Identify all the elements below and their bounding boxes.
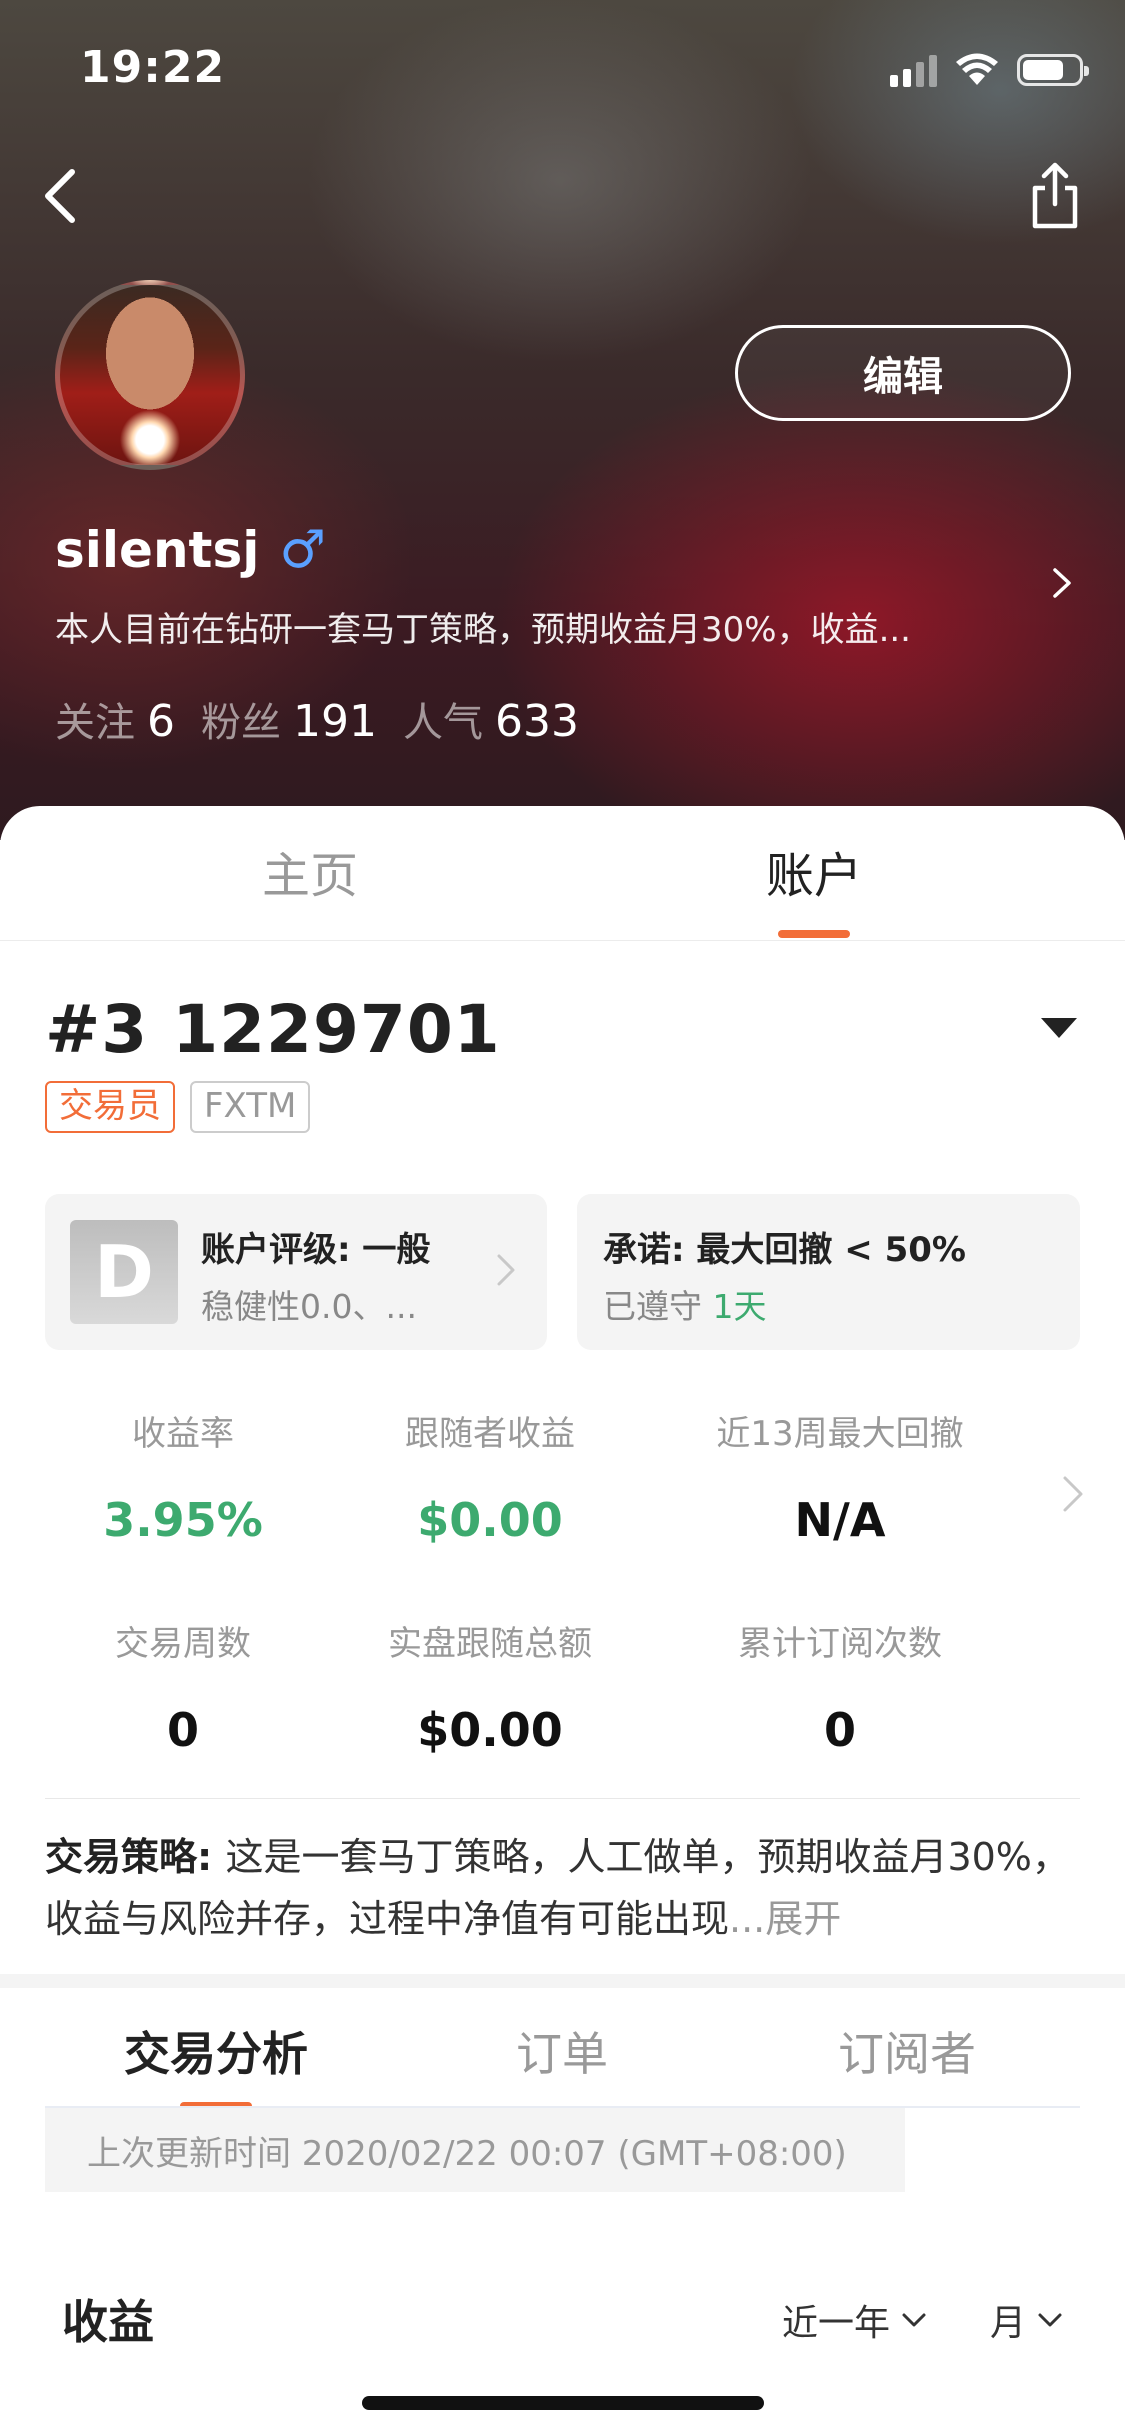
- promise-title: 承诺: 最大回撤 < 50%: [603, 1230, 966, 1270]
- tab-home[interactable]: 主页: [262, 836, 358, 906]
- broker-tag: FXTM: [190, 1081, 311, 1133]
- content-sheet: 主页 账户 #3 1229701 交易员 FXTM D 账户评级: 一般 稳健性…: [0, 806, 1125, 2436]
- profile-stats: 关注 6 粉丝 191 人气 633: [55, 690, 579, 748]
- metric-subscriptions: 累计订阅次数 0: [738, 1624, 942, 1757]
- following-stat[interactable]: 关注 6: [55, 690, 175, 748]
- active-tab-indicator: [778, 930, 850, 938]
- chevron-right-icon[interactable]: [1059, 1466, 1087, 1522]
- earnings-title: 收益: [62, 2295, 154, 2349]
- chevron-down-icon: [1038, 2313, 1062, 2327]
- account-rating-card[interactable]: D 账户评级: 一般 稳健性0.0、...: [45, 1194, 547, 1350]
- divider: [45, 2106, 1080, 2108]
- range-filter-dropdown[interactable]: 近一年: [782, 2294, 928, 2346]
- metric-return-rate: 收益率 3.95%: [103, 1414, 263, 1547]
- popularity-stat: 人气 633: [402, 696, 579, 747]
- username-row: silentsj ♂: [55, 520, 326, 580]
- fans-stat[interactable]: 粉丝 191: [201, 690, 377, 748]
- profile-bio[interactable]: 本人目前在钻研一套马丁策略，预期收益月30%，收益...: [55, 602, 975, 651]
- period-filter-dropdown[interactable]: 月: [990, 2294, 1064, 2346]
- triangle-down-icon[interactable]: [1041, 1018, 1077, 1038]
- back-icon[interactable]: [38, 160, 88, 230]
- tab-account[interactable]: 账户: [766, 836, 862, 906]
- profile-header: 19:22 编辑 silentsj ♂ 本人目前在钻研一套马丁策略，预期收益月3…: [0, 0, 1125, 840]
- metric-live-follow-total: 实盘跟随总额 $0.00: [388, 1624, 592, 1757]
- grade-badge: D: [70, 1220, 178, 1324]
- tab-orders[interactable]: 订单: [516, 2018, 608, 2084]
- home-indicator[interactable]: [362, 2396, 764, 2410]
- edit-profile-button[interactable]: 编辑: [735, 325, 1071, 421]
- wifi-icon: [956, 53, 998, 85]
- chevron-down-icon: [902, 2313, 926, 2327]
- main-tab-bar: 主页 账户: [0, 806, 1125, 941]
- divider: [45, 1798, 1080, 1799]
- metric-follower-profit: 跟随者收益 $0.00: [405, 1414, 575, 1547]
- chevron-right-icon[interactable]: [1047, 558, 1077, 608]
- tab-trade-analysis[interactable]: 交易分析: [124, 2018, 308, 2084]
- share-icon[interactable]: [1025, 160, 1085, 230]
- tab-subscribers[interactable]: 订阅者: [838, 2018, 976, 2084]
- status-time: 19:22: [80, 42, 226, 93]
- strategy-label: 交易策略:: [45, 1835, 226, 1879]
- status-icons: [890, 50, 1089, 90]
- username: silentsj: [55, 521, 260, 579]
- promise-subtitle: 已遵守 1天: [603, 1287, 767, 1326]
- rating-subtitle: 稳健性0.0、...: [201, 1287, 417, 1326]
- update-info-bar: 上次更新时间 2020/02/22 00:07 (GMT+08:00): [45, 2106, 1107, 2192]
- male-gender-icon: ♂: [279, 520, 326, 580]
- last-update-time: 上次更新时间 2020/02/22 00:07 (GMT+08:00): [87, 2134, 847, 2174]
- trading-strategy: 交易策略: 这是一套马丁策略，人工做单，预期收益月30%，收益与风险并存，过程中…: [45, 1826, 1085, 1950]
- battery-icon: [1017, 54, 1089, 86]
- rating-title: 账户评级: 一般: [201, 1230, 431, 1270]
- promise-days: 1天: [712, 1287, 767, 1326]
- chevron-right-icon: [497, 1254, 515, 1286]
- avatar[interactable]: [55, 280, 245, 470]
- metric-max-drawdown: 近13周最大回撤 N/A: [716, 1414, 964, 1547]
- account-number: #3 1229701: [45, 991, 501, 1068]
- cellular-signal-icon: [890, 53, 937, 87]
- trader-tag: 交易员: [45, 1081, 175, 1133]
- expand-link[interactable]: ...展开: [729, 1897, 841, 1941]
- promise-card[interactable]: 承诺: 最大回撤 < 50% 已遵守 1天: [577, 1194, 1080, 1350]
- metric-trading-weeks: 交易周数 0: [115, 1624, 251, 1757]
- section-separator: [0, 1974, 1125, 1988]
